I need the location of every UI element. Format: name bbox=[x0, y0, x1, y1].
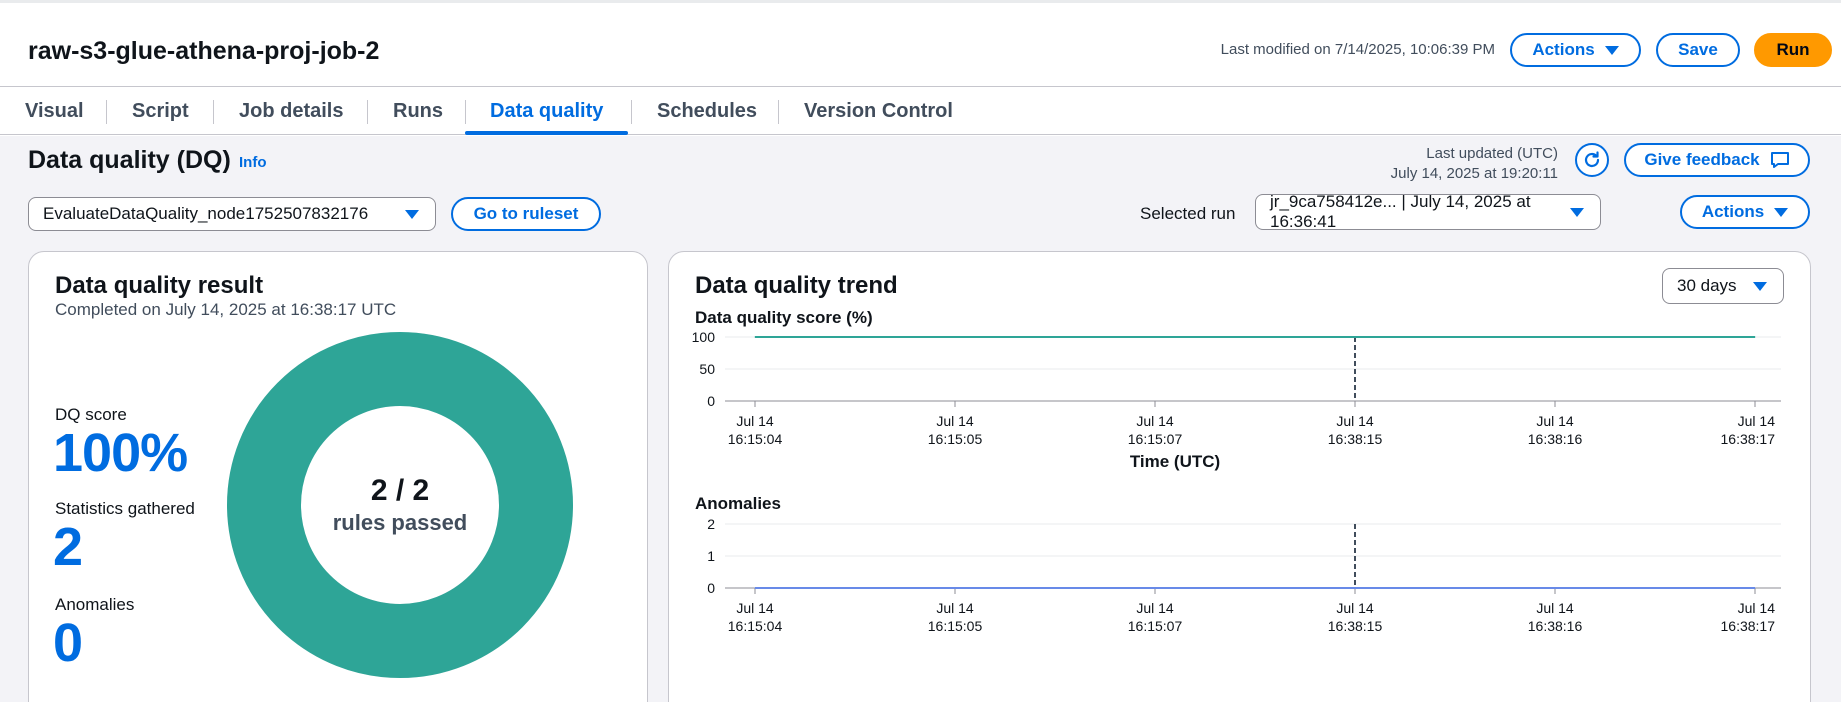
data-quality-trend-card: Data quality trend 30 days Data quality … bbox=[668, 251, 1811, 702]
result-title: Data quality result bbox=[55, 272, 264, 299]
selected-run-label: Selected run bbox=[1140, 204, 1236, 223]
y-tick-label: 0 bbox=[707, 393, 715, 409]
refresh-button[interactable] bbox=[1575, 143, 1609, 177]
last-updated-value: July 14, 2025 at 19:20:11 bbox=[1390, 165, 1558, 182]
data-point bbox=[1554, 587, 1556, 589]
data-point bbox=[1154, 336, 1156, 338]
tab-visual[interactable]: Visual bbox=[0, 88, 109, 134]
data-point bbox=[1354, 336, 1356, 338]
tab-script[interactable]: Script bbox=[107, 88, 214, 134]
last-updated: Last updated (UTC) July 14, 2025 at 19:2… bbox=[1391, 144, 1558, 184]
x-tick-time: 16:38:17 bbox=[1721, 618, 1776, 634]
actions-button-label: Actions bbox=[1532, 40, 1595, 59]
data-point bbox=[1154, 587, 1156, 589]
x-tick-time: 16:15:07 bbox=[1128, 431, 1183, 447]
data-point bbox=[1354, 587, 1356, 589]
run-button[interactable]: Run bbox=[1754, 33, 1832, 67]
data-quality-result-card: Data quality result Completed on July 14… bbox=[28, 251, 648, 702]
caret-down-icon bbox=[1604, 45, 1619, 55]
x-tick-time: 16:38:15 bbox=[1328, 431, 1383, 447]
trend-title: Data quality trend bbox=[695, 272, 898, 299]
y-tick-label: 50 bbox=[699, 361, 715, 377]
y-tick-label: 100 bbox=[692, 329, 716, 345]
data-point bbox=[1754, 336, 1756, 338]
last-updated-label: Last updated (UTC) bbox=[1426, 145, 1558, 162]
x-tick-date: Jul 14 bbox=[736, 413, 774, 429]
dq-score-value: 100% bbox=[53, 423, 188, 483]
x-tick-time: 16:15:04 bbox=[728, 618, 783, 634]
data-point bbox=[754, 336, 756, 338]
selected-run-value: jr_9ca758412e... | July 14, 2025 at 16:3… bbox=[1270, 192, 1531, 231]
go-to-ruleset-button[interactable]: Go to ruleset bbox=[451, 197, 601, 231]
x-tick-date: Jul 14 bbox=[1738, 600, 1776, 616]
x-tick-time: 16:38:16 bbox=[1528, 431, 1583, 447]
anomalies-value: 0 bbox=[53, 613, 83, 673]
tab-version-control[interactable]: Version Control bbox=[779, 88, 978, 134]
data-point bbox=[1554, 336, 1556, 338]
node-select[interactable]: EvaluateDataQuality_node1752507832176 bbox=[28, 197, 436, 231]
job-title: raw-s3-glue-athena-proj-job-2 bbox=[28, 37, 380, 65]
node-select-value: EvaluateDataQuality_node1752507832176 bbox=[43, 204, 369, 223]
x-tick-time: 16:38:15 bbox=[1328, 618, 1383, 634]
feedback-icon bbox=[1770, 152, 1789, 168]
run-actions-label: Actions bbox=[1701, 202, 1765, 221]
y-tick-label: 0 bbox=[707, 580, 715, 596]
time-range-select[interactable]: 30 days bbox=[1662, 268, 1784, 304]
actions-button[interactable]: Actions bbox=[1510, 33, 1641, 67]
x-tick-time: 16:15:05 bbox=[928, 618, 983, 634]
job-tabs: Visual Script Job details Runs Data qual… bbox=[0, 88, 1841, 135]
job-header: raw-s3-glue-athena-proj-job-2 Last modif… bbox=[0, 3, 1841, 87]
y-tick-label: 2 bbox=[707, 516, 715, 532]
time-range-value: 30 days bbox=[1677, 276, 1737, 295]
tab-data-quality[interactable]: Data quality bbox=[465, 88, 629, 135]
x-tick-date: Jul 14 bbox=[1336, 600, 1374, 616]
x-tick-date: Jul 14 bbox=[736, 600, 774, 616]
anomalies-chart: 0 1 2 Jul 14 16:15:04 Jul 14 16:15:05 Jul 14 16:… bbox=[707, 516, 1781, 634]
save-button[interactable]: Save bbox=[1656, 33, 1740, 67]
x-tick-time: 16:15:04 bbox=[728, 431, 783, 447]
data-point bbox=[754, 587, 756, 589]
x-tick-time: 16:38:17 bbox=[1721, 431, 1776, 447]
x-tick-date: Jul 14 bbox=[1536, 600, 1574, 616]
give-feedback-button[interactable]: Give feedback bbox=[1624, 143, 1810, 177]
statistics-value: 2 bbox=[53, 517, 83, 577]
selected-run-select[interactable]: jr_9ca758412e... | July 14, 2025 at 16:3… bbox=[1255, 192, 1601, 231]
x-tick-time: 16:15:05 bbox=[928, 431, 983, 447]
tab-schedules[interactable]: Schedules bbox=[632, 88, 782, 134]
x-axis-title: Time (UTC) bbox=[1130, 452, 1220, 471]
tab-runs[interactable]: Runs bbox=[368, 88, 468, 134]
x-tick-date: Jul 14 bbox=[1738, 413, 1776, 429]
run-actions-button[interactable]: Actions bbox=[1680, 195, 1810, 229]
tab-job-details[interactable]: Job details bbox=[214, 88, 368, 134]
x-tick-date: Jul 14 bbox=[1536, 413, 1574, 429]
info-link[interactable]: Info bbox=[239, 154, 267, 171]
x-tick-date: Jul 14 bbox=[1136, 413, 1174, 429]
x-tick-time: 16:38:16 bbox=[1528, 618, 1583, 634]
last-modified-text: Last modified on 7/14/2025, 10:06:39 PM bbox=[1220, 41, 1495, 58]
x-tick-date: Jul 14 bbox=[936, 413, 974, 429]
refresh-icon bbox=[1584, 151, 1600, 168]
data-point bbox=[1754, 587, 1756, 589]
dq-score-chart: 0 50 100 Jul 14 16:15:04 Jul 14 16:15:05 Jul 14… bbox=[692, 329, 1781, 471]
x-tick-date: Jul 14 bbox=[1136, 600, 1174, 616]
data-quality-panel: Data quality (DQ) Info Last updated (UTC… bbox=[0, 136, 1841, 702]
donut-center: 2 / 2 rules passed bbox=[225, 330, 575, 680]
give-feedback-label: Give feedback bbox=[1644, 150, 1760, 169]
caret-down-icon bbox=[1753, 281, 1767, 291]
x-tick-time: 16:15:07 bbox=[1128, 618, 1183, 634]
y-tick-label: 1 bbox=[707, 548, 715, 564]
result-subtitle: Completed on July 14, 2025 at 16:38:17 U… bbox=[55, 300, 397, 319]
rules-count: 2 / 2 bbox=[370, 474, 430, 507]
caret-down-icon bbox=[405, 209, 419, 219]
rules-passed-text: rules passed bbox=[332, 510, 468, 535]
x-tick-date: Jul 14 bbox=[936, 600, 974, 616]
data-point bbox=[954, 336, 956, 338]
caret-down-icon bbox=[1774, 207, 1789, 217]
page-title: Data quality (DQ) bbox=[28, 146, 231, 174]
x-tick-date: Jul 14 bbox=[1336, 413, 1374, 429]
caret-down-icon bbox=[1570, 207, 1584, 217]
data-point bbox=[954, 587, 956, 589]
